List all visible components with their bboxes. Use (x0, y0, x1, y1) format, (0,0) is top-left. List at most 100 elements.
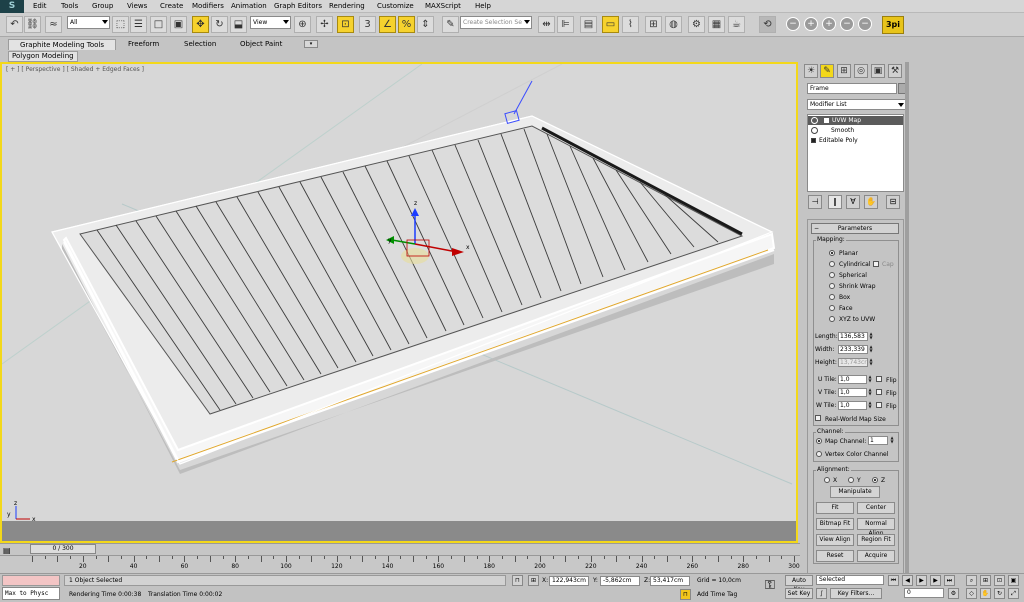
curve-editor-icon[interactable]: ⌇ (622, 16, 639, 33)
go-to-end-icon[interactable]: ⏭ (944, 575, 955, 586)
rendered-frame-window-icon[interactable]: ▦ (708, 16, 725, 33)
key-icon[interactable]: ⚿ (760, 577, 780, 595)
mapping-spherical-radio[interactable] (829, 272, 835, 278)
render-production-icon[interactable]: ☕ (728, 16, 745, 33)
auto-key-button[interactable]: Auto Key (785, 575, 813, 593)
swap-icon[interactable]: ⟲ (759, 16, 776, 33)
menu-animation[interactable]: Animation (231, 1, 267, 12)
menu-modifiers[interactable]: Modifiers (192, 1, 224, 12)
parameters-header[interactable]: − Parameters (811, 223, 899, 234)
plugin-3pi-button[interactable]: 3pi (882, 16, 904, 34)
zoom-extents-icon[interactable]: ⊡ (994, 575, 1005, 586)
align-x-radio[interactable] (824, 477, 830, 483)
w-flip-checkbox[interactable] (876, 402, 882, 408)
minus-circle-icon-2[interactable]: − (840, 17, 854, 31)
real-world-map-size-checkbox[interactable] (815, 415, 821, 421)
menu-group[interactable]: Group (92, 1, 113, 12)
height-spinner[interactable]: ▲ ▼ (868, 358, 874, 367)
angle-snap-icon[interactable]: ∠ (379, 16, 396, 33)
zoom-extents-all-icon[interactable]: ▣ (1008, 575, 1019, 586)
length-spinner[interactable]: ▲ ▼ (868, 332, 874, 341)
mapping-planar-radio[interactable] (829, 250, 835, 256)
object-name-field[interactable]: Frame (807, 83, 897, 94)
map-channel-input[interactable]: 1 (868, 436, 888, 445)
map-channel-radio[interactable] (816, 438, 822, 444)
minus-circle-icon-3[interactable]: − (858, 17, 872, 31)
ribbon-options-dropdown[interactable]: ▾ (304, 40, 318, 48)
stack-item-uvw-map[interactable]: UVW Map (808, 116, 903, 125)
spinner-snap-icon[interactable]: ⇕ (417, 16, 434, 33)
time-slider[interactable] (0, 543, 800, 555)
tab-graphite-modeling-tools[interactable]: Graphite Modeling Tools (8, 39, 116, 50)
menu-help[interactable]: Help (475, 1, 491, 12)
show-end-result-icon[interactable]: ‖ (828, 195, 842, 209)
width-spinner[interactable]: ▲ ▼ (868, 345, 874, 354)
height-input[interactable]: 13,743cr (838, 358, 868, 367)
snaps-toggle-icon[interactable]: 3 (359, 16, 376, 33)
tray-model[interactable] (51, 115, 776, 474)
render-setup-icon[interactable]: ⚙ (688, 16, 705, 33)
keyboard-shortcut-override-icon[interactable]: ⊡ (337, 16, 354, 33)
absolute-mode-icon[interactable]: ⊞ (528, 575, 539, 586)
lock-selection-icon[interactable]: ⊓ (512, 575, 523, 586)
reset-button[interactable]: Reset (816, 550, 854, 562)
default-tangents-icon[interactable]: ∫ (816, 588, 827, 599)
menu-rendering[interactable]: Rendering (329, 1, 365, 12)
view-align-button[interactable]: View Align (816, 534, 854, 546)
time-slider-thumb[interactable]: 0 / 300 (30, 544, 96, 554)
stack-item-editable-poly[interactable]: Editable Poly (808, 136, 903, 145)
select-by-name-icon[interactable]: ☰ (130, 16, 147, 33)
v-flip-checkbox[interactable] (876, 389, 882, 395)
link-icon[interactable]: ⛓ (24, 16, 41, 33)
tab-selection[interactable]: Selection (184, 39, 216, 50)
bulb-icon[interactable] (811, 127, 818, 134)
mapping-xyz-to-uvw-radio[interactable] (829, 316, 835, 322)
viewport-scene[interactable]: z x y z x y (2, 64, 796, 521)
mapping-cylindrical-radio[interactable] (829, 261, 835, 267)
menu-graph-editors[interactable]: Graph Editors (274, 1, 322, 12)
select-and-scale-icon[interactable]: ⬓ (230, 16, 247, 33)
maxscript-listener-output[interactable] (2, 575, 60, 586)
mapping-shrink-wrap-radio[interactable] (829, 283, 835, 289)
create-tab-icon[interactable]: ☀ (804, 64, 818, 78)
modifier-list-dropdown[interactable]: Modifier List (807, 99, 907, 110)
go-to-start-icon[interactable]: ⏮ (888, 575, 899, 586)
percent-snap-icon[interactable]: % (398, 16, 415, 33)
z-coord-input[interactable]: 53,417cm (650, 576, 690, 586)
w-tile-spinner[interactable]: ▲ ▼ (867, 401, 873, 410)
tab-freeform[interactable]: Freeform (128, 39, 159, 50)
vertex-color-channel-radio[interactable] (816, 451, 822, 457)
mini-curve-editor-icon[interactable]: ▤ (3, 546, 19, 555)
expand-icon[interactable] (824, 118, 829, 123)
command-panel-scrollbar[interactable] (905, 62, 909, 602)
reference-coordinate-dropdown[interactable]: View (250, 16, 291, 29)
length-input[interactable]: 136,583 (838, 332, 868, 341)
menu-maxscript[interactable]: MAXScript (425, 1, 461, 12)
u-flip-checkbox[interactable] (876, 376, 882, 382)
schematic-view-icon[interactable]: ⊞ (645, 16, 662, 33)
add-time-tag[interactable]: Add Time Tag (697, 591, 737, 599)
current-frame-input[interactable]: 0 (904, 588, 944, 598)
mapping-box-radio[interactable] (829, 294, 835, 300)
cap-checkbox[interactable] (873, 261, 879, 267)
set-key-button[interactable]: Set Key (785, 588, 813, 599)
polygon-modeling-panel[interactable]: Polygon Modeling (8, 51, 78, 62)
orbit-icon[interactable]: ↻ (994, 588, 1005, 599)
align-y-radio[interactable] (848, 477, 854, 483)
v-tile-input[interactable]: 1,0 (838, 388, 867, 397)
menu-tools[interactable]: Tools (61, 1, 78, 12)
plus-circle-icon-1[interactable]: + (804, 17, 818, 31)
modify-tab-icon[interactable]: ✎ (820, 64, 834, 78)
manipulate-icon[interactable]: ✢ (316, 16, 333, 33)
time-tag-lock-icon[interactable]: ⊓ (680, 589, 691, 600)
graphite-toggle-icon[interactable]: ▭ (602, 16, 619, 33)
make-unique-icon[interactable]: ∀ (846, 195, 860, 209)
pin-stack-icon[interactable]: ⊣ (808, 195, 822, 209)
expand-icon[interactable] (811, 138, 816, 143)
align-z-radio[interactable] (872, 477, 878, 483)
undo-icon[interactable]: ↶ (6, 16, 23, 33)
motion-tab-icon[interactable]: ◎ (854, 64, 868, 78)
key-mode-dropdown[interactable]: Selected (816, 575, 884, 585)
bitmap-fit-button[interactable]: Bitmap Fit (816, 518, 854, 530)
configure-modifier-sets-icon[interactable]: ⊟ (886, 195, 900, 209)
